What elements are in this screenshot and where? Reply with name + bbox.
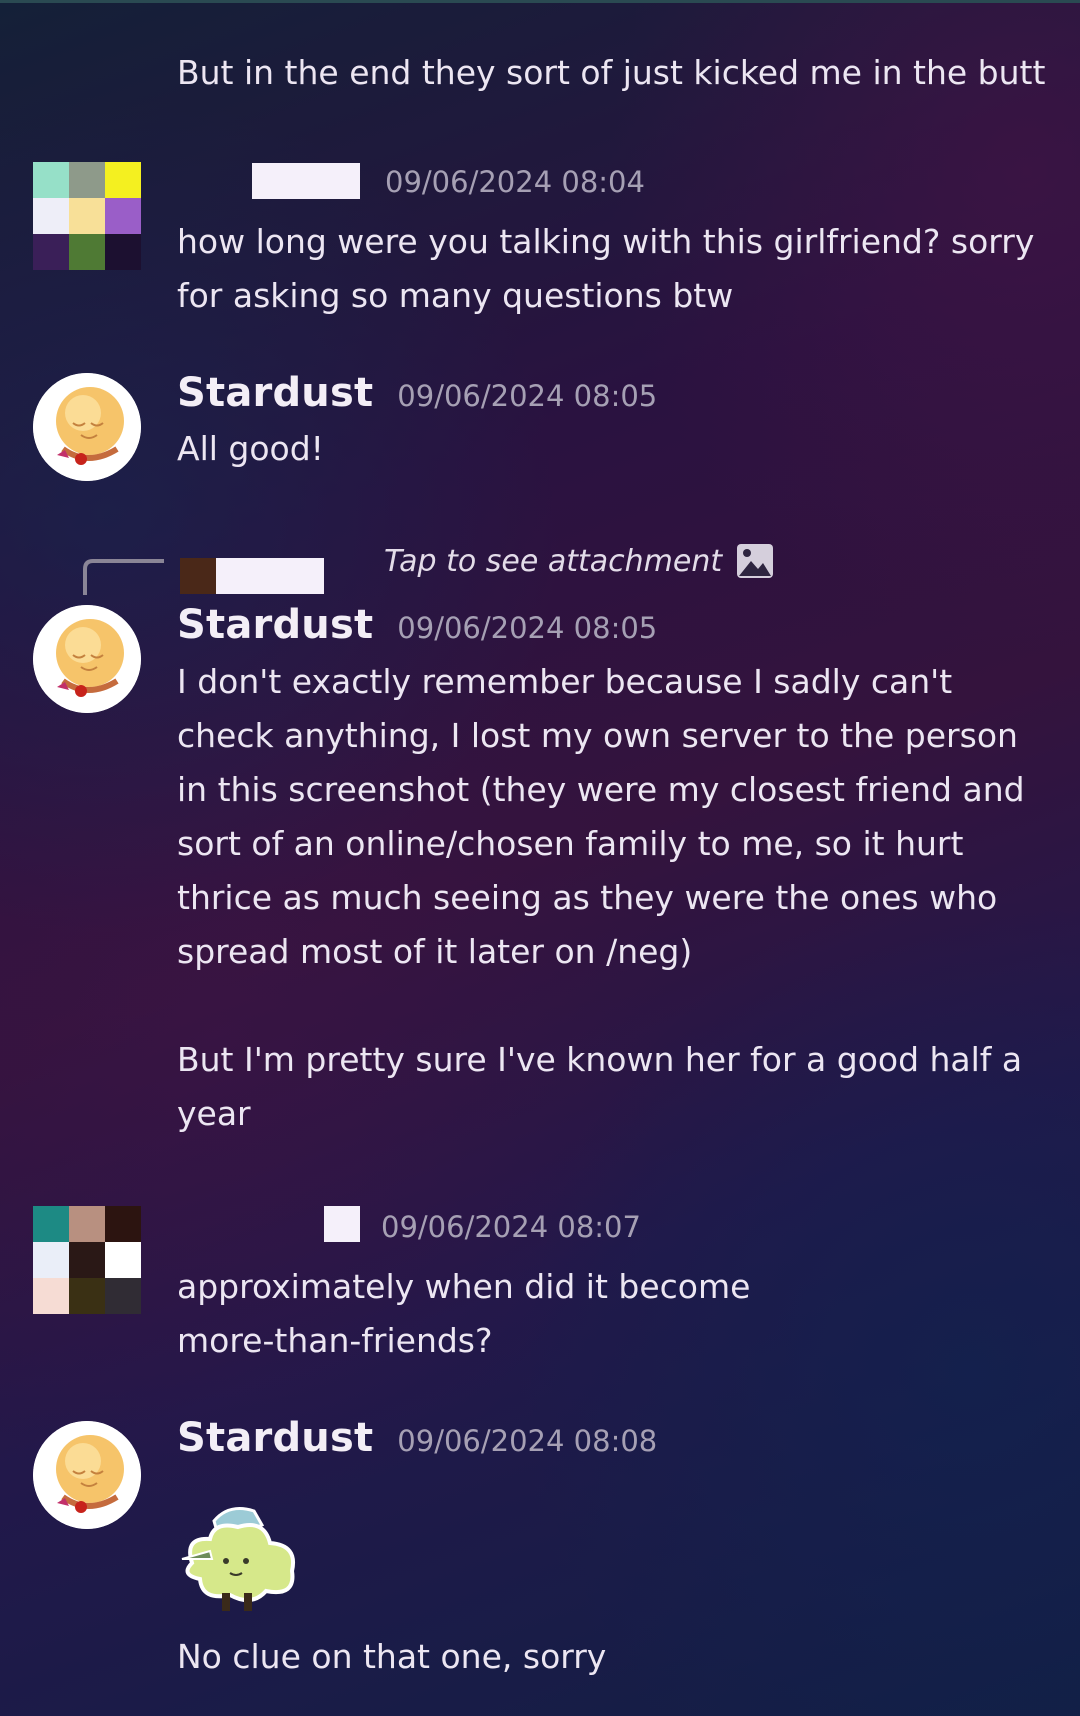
user-avatar[interactable] (33, 605, 141, 713)
reply-avatar-redacted[interactable] (180, 558, 216, 594)
message-text: But in the end they sort of just kicked … (177, 53, 1046, 92)
message-header: 09/06/2024 08:04 (385, 165, 645, 199)
top-divider (0, 0, 1080, 3)
message-item[interactable]: Stardust 09/06/2024 08:05 All good! (0, 370, 1080, 490)
user-avatar[interactable] (33, 1206, 141, 1314)
message-text: No clue on that one, sorry (177, 1637, 607, 1676)
message-item[interactable]: 09/06/2024 08:07 approximately when did … (0, 1200, 1080, 1370)
message-header: Stardust 09/06/2024 08:08 (177, 1415, 657, 1461)
user-avatar[interactable] (33, 373, 141, 481)
message-text: approximately when did it become more-th… (177, 1267, 761, 1360)
redacted-username (252, 163, 360, 199)
image-icon (737, 544, 774, 578)
message-timestamp: 09/06/2024 08:07 (381, 1210, 641, 1244)
user-avatar[interactable] (33, 162, 141, 270)
message-timestamp: 09/06/2024 08:04 (385, 165, 645, 199)
message-username[interactable]: Stardust (177, 1415, 373, 1461)
message-timestamp: 09/06/2024 08:08 (397, 1424, 658, 1458)
message-text: All good! (177, 429, 324, 468)
message-text: I don't exactly remember because I sadly… (177, 662, 1025, 1133)
dancing-tree-character-sticker[interactable] (174, 1501, 309, 1613)
reply-preview-text: Tap to see attachment (384, 543, 723, 579)
message-item[interactable]: Tap to see attachment Stardust 09/06/202… (0, 535, 1080, 1135)
message-timestamp: 09/06/2024 08:05 (397, 379, 658, 413)
message-username[interactable]: Stardust (177, 602, 373, 648)
message-header: 09/06/2024 08:07 (381, 1210, 641, 1244)
message-text: how long were you talking with this girl… (177, 222, 1045, 315)
stardust-avatar-icon (33, 373, 141, 481)
user-avatar[interactable] (33, 1421, 141, 1529)
message-continuation[interactable]: But in the end they sort of just kicked … (0, 40, 1080, 110)
reply-preview[interactable]: Tap to see attachment (384, 543, 774, 579)
message-item[interactable]: 09/06/2024 08:04 how long were you talki… (0, 155, 1080, 325)
stardust-avatar-icon (33, 1421, 141, 1529)
stardust-avatar-icon (33, 605, 141, 713)
message-header: Stardust 09/06/2024 08:05 (177, 370, 657, 416)
reply-line-icon (83, 559, 164, 595)
message-username[interactable]: Stardust (177, 370, 373, 416)
reply-username-redacted (216, 558, 324, 594)
message-item[interactable]: Stardust 09/06/2024 08:08 No clue on tha… (0, 1415, 1080, 1715)
message-timestamp: 09/06/2024 08:05 (397, 611, 658, 645)
message-header: Stardust 09/06/2024 08:05 (177, 602, 657, 648)
redacted-username (324, 1206, 360, 1242)
